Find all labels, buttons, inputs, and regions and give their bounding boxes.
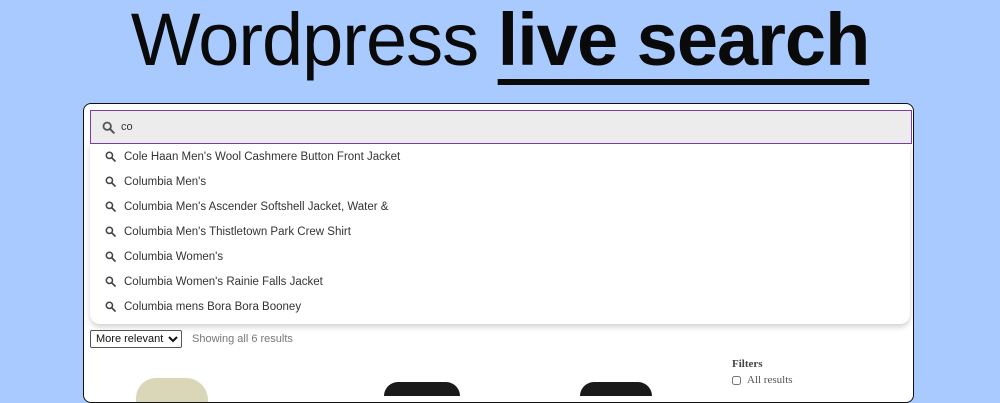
search-icon (105, 226, 117, 238)
headline-plain-text: Wordpress (130, 0, 479, 81)
page-headline: Wordpress live search (0, 0, 1000, 90)
suggestion-label: Columbia mens Bora Bora Booney (124, 300, 302, 313)
search-icon (105, 276, 117, 288)
suggestion-label: Columbia Men's (124, 175, 207, 188)
results-toolbar: More relevant Showing all 6 results (90, 329, 293, 349)
search-bar[interactable] (90, 110, 912, 144)
search-icon (105, 151, 117, 163)
suggestion-item[interactable]: Columbia mens Bora Bora Booney (90, 294, 910, 319)
suggestion-item[interactable]: Columbia Men's Thistletown Park Crew Shi… (90, 219, 910, 244)
suggestion-item[interactable]: Columbia Women's Rainie Falls Jacket (90, 269, 910, 294)
product-image[interactable] (384, 382, 460, 396)
suggestion-label: Columbia Men's Ascender Softshell Jacket… (124, 200, 389, 213)
browser-window: Cole Haan Men's Wool Cashmere Button Fro… (83, 103, 914, 403)
suggestions-dropdown: Cole Haan Men's Wool Cashmere Button Fro… (90, 144, 910, 324)
search-input[interactable] (121, 121, 621, 133)
product-image[interactable] (580, 382, 652, 396)
search-icon (105, 251, 117, 263)
search-icon (105, 176, 117, 188)
suggestion-label: Cole Haan Men's Wool Cashmere Button Fro… (124, 150, 401, 163)
suggestion-label: Columbia Men's Thistletown Park Crew Shi… (124, 225, 351, 238)
sort-select[interactable]: More relevant (90, 330, 182, 348)
search-icon (105, 301, 117, 313)
suggestion-item[interactable]: Columbia Men's Ascender Softshell Jacket… (90, 194, 910, 219)
suggestion-label: Columbia Women's (124, 250, 224, 263)
result-count: Showing all 6 results (192, 333, 293, 345)
filter-option-all-results[interactable]: All results (732, 374, 793, 386)
headline-bold-text: live search (497, 0, 871, 81)
filters-title: Filters (732, 358, 763, 370)
search-icon (105, 201, 117, 213)
filter-option-label: All results (747, 374, 793, 386)
filter-checkbox[interactable] (732, 375, 741, 385)
suggestion-label: Columbia Women's Rainie Falls Jacket (124, 275, 323, 288)
suggestion-item[interactable]: Columbia Men's (90, 169, 910, 194)
search-icon (102, 119, 118, 135)
suggestion-item[interactable]: Columbia Women's (90, 244, 910, 269)
suggestion-item[interactable]: Cole Haan Men's Wool Cashmere Button Fro… (90, 144, 910, 169)
filters-panel: Filters All results (732, 358, 793, 386)
product-image[interactable] (136, 378, 208, 402)
